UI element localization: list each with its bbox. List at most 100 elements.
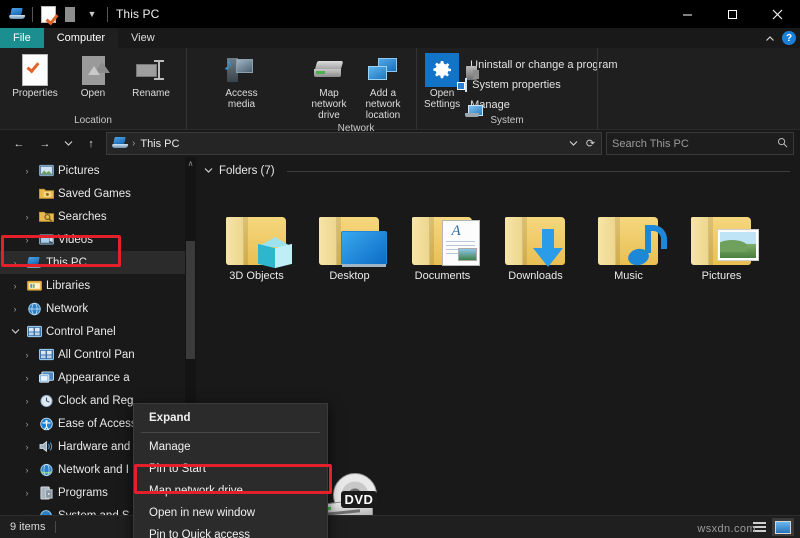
file-item[interactable]: Pictures xyxy=(675,185,768,297)
chevron-right-icon[interactable]: › xyxy=(20,440,34,454)
chevron-down-icon[interactable] xyxy=(204,166,213,176)
libraries-icon xyxy=(26,278,42,294)
customize-dropdown-icon[interactable]: ▼ xyxy=(81,3,103,25)
ribbon-group-network-2: Map network drive Add a network location… xyxy=(296,48,416,129)
sidebar-item-network[interactable]: › Network xyxy=(0,297,196,320)
divider xyxy=(55,521,56,533)
file-item[interactable]: A Documents xyxy=(396,185,489,297)
map-network-drive-button[interactable]: Map network drive xyxy=(302,52,356,123)
file-item[interactable]: Music xyxy=(582,185,675,297)
music-folder-icon xyxy=(598,185,660,267)
recent-locations-button[interactable] xyxy=(58,132,78,156)
file-item[interactable]: Desktop xyxy=(303,185,396,297)
context-menu-item-expand[interactable]: Expand xyxy=(134,407,327,429)
uninstall-program-label: Uninstall or change a program xyxy=(470,59,617,71)
rename-icon xyxy=(136,54,166,86)
search-icon[interactable] xyxy=(777,137,788,151)
folder-tiles: 3D Objects Desktop A xyxy=(196,177,800,297)
back-button[interactable]: ← xyxy=(6,132,32,156)
search-input[interactable]: Search This PC xyxy=(606,132,794,155)
manage-button[interactable]: Manage xyxy=(465,96,617,113)
search-placeholder: Search This PC xyxy=(612,138,689,150)
properties-icon[interactable] xyxy=(37,3,59,25)
file-item[interactable]: Downloads xyxy=(489,185,582,297)
desktop-folder-icon xyxy=(319,185,381,267)
chevron-down-icon[interactable] xyxy=(565,134,582,153)
context-menu-item-map-network-drive[interactable]: Map network drive... xyxy=(134,480,327,502)
large-icons-view-button[interactable] xyxy=(772,518,794,536)
collapse-ribbon-icon[interactable] xyxy=(765,34,774,43)
chevron-right-icon[interactable]: › xyxy=(20,233,34,247)
add-network-location-button[interactable]: Add a network location xyxy=(356,52,410,123)
divider xyxy=(107,7,108,22)
sidebar-label: Pictures xyxy=(58,165,100,177)
sidebar-item-videos[interactable]: › Videos xyxy=(0,228,196,251)
context-menu-item-manage[interactable]: Manage xyxy=(134,436,327,458)
add-network-location-label: Add a network location xyxy=(357,88,409,121)
expander-placeholder xyxy=(20,187,34,201)
chevron-right-icon[interactable]: › xyxy=(20,486,34,500)
downloads-folder-icon xyxy=(505,185,567,267)
open-button[interactable]: Open xyxy=(64,52,122,101)
chevron-right-icon[interactable]: › xyxy=(20,164,34,178)
rename-button[interactable]: Rename xyxy=(122,52,180,101)
chevron-right-icon[interactable]: › xyxy=(8,302,22,316)
sidebar-item-searches[interactable]: › Searches xyxy=(0,205,196,228)
scrollbar-thumb[interactable] xyxy=(186,241,195,359)
uninstall-program-button[interactable]: Uninstall or change a program xyxy=(465,56,617,73)
context-menu-item-pin-to-start[interactable]: Pin to Start xyxy=(134,458,327,480)
settings-line2: Settings xyxy=(424,99,460,110)
chevron-right-icon[interactable]: › xyxy=(20,371,34,385)
tab-file[interactable]: File xyxy=(0,28,44,48)
context-menu-item-open-in-new-window[interactable]: Open in new window xyxy=(134,502,327,524)
minimize-button[interactable] xyxy=(665,0,710,28)
group-header-folders[interactable]: Folders (7) xyxy=(196,157,800,177)
context-menu[interactable]: Expand Manage Pin to Start Map network d… xyxy=(133,403,328,538)
sidebar-label: Appearance a xyxy=(58,372,130,384)
refresh-icon[interactable]: ⟳ xyxy=(582,134,599,153)
forward-button[interactable]: → xyxy=(32,132,58,156)
maximize-button[interactable] xyxy=(710,0,755,28)
open-settings-button[interactable]: Open Settings xyxy=(423,52,461,112)
sidebar-label: This PC xyxy=(46,257,87,269)
access-media-button[interactable]: ♪ Access media xyxy=(216,52,268,112)
chevron-right-icon[interactable]: › xyxy=(8,279,22,293)
breadcrumb-root[interactable]: › This PC xyxy=(109,136,182,152)
tab-computer[interactable]: Computer xyxy=(44,28,118,48)
gear-icon xyxy=(425,54,459,86)
programs-icon xyxy=(38,485,54,501)
this-pc-icon xyxy=(112,136,127,152)
up-button[interactable]: ↑ xyxy=(78,132,104,156)
open-icon[interactable] xyxy=(59,3,81,25)
title-bar: ▼ This PC xyxy=(0,0,800,28)
chevron-down-icon[interactable] xyxy=(8,325,22,339)
status-bar: 9 items wsxdn.com xyxy=(0,515,800,538)
sidebar-item-this-pc[interactable]: › This PC xyxy=(0,251,196,274)
chevron-right-icon[interactable]: › xyxy=(20,394,34,408)
sidebar-item-control-panel[interactable]: Control Panel xyxy=(0,320,196,343)
tab-view[interactable]: View xyxy=(118,28,168,48)
scroll-up-icon[interactable]: ∧ xyxy=(185,157,196,170)
context-menu-item-pin-to-quick-access[interactable]: Pin to Quick access xyxy=(134,524,327,538)
properties-button[interactable]: Properties xyxy=(6,52,64,101)
system-properties-label: System properties xyxy=(472,79,561,91)
chevron-right-icon[interactable]: › xyxy=(20,348,34,362)
chevron-right-icon[interactable]: › xyxy=(20,417,34,431)
this-pc-icon[interactable] xyxy=(6,3,28,25)
breadcrumb-path[interactable]: This PC xyxy=(140,138,179,150)
sidebar-item-libraries[interactable]: › Libraries xyxy=(0,274,196,297)
explorer-body: › Pictures Saved Games › xyxy=(0,157,800,525)
close-button[interactable] xyxy=(755,0,800,28)
help-icon[interactable]: ? xyxy=(782,31,796,45)
sidebar-label: Network xyxy=(46,303,88,315)
chevron-right-icon[interactable]: › xyxy=(20,210,34,224)
sidebar-item-saved-games[interactable]: Saved Games xyxy=(0,182,196,205)
chevron-right-icon[interactable]: › xyxy=(8,256,22,270)
chevron-right-icon[interactable]: › xyxy=(20,463,34,477)
sidebar-label: Ease of Access xyxy=(58,418,137,430)
system-properties-button[interactable]: System properties xyxy=(465,76,617,93)
sidebar-item-pictures[interactable]: › Pictures xyxy=(0,159,196,182)
sidebar-item-all-control-panel-items[interactable]: › All Control Pan xyxy=(0,343,196,366)
file-item[interactable]: 3D Objects xyxy=(210,185,303,297)
sidebar-item-appearance-personalization[interactable]: › Appearance a xyxy=(0,366,196,389)
